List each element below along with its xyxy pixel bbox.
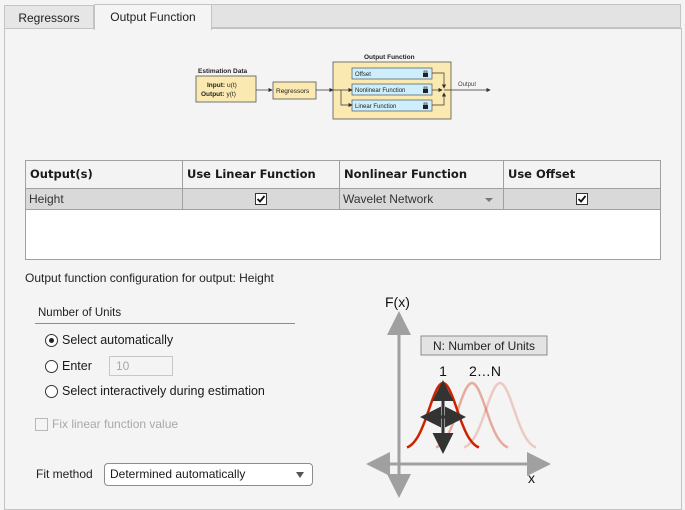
x-axis-label: x	[528, 470, 535, 486]
output-name-cell: Height	[26, 189, 183, 209]
radio-button[interactable]	[45, 333, 58, 347]
radio-enter[interactable]: Enter	[45, 359, 92, 373]
nonlinear-function-dropdown[interactable]: Wavelet Network	[340, 189, 504, 209]
fit-method-label: Fit method	[36, 467, 93, 481]
legend-text: N: Number of Units	[433, 339, 535, 353]
wavelet-unit-curve	[435, 381, 509, 449]
number-of-units-title: Number of Units	[38, 307, 122, 319]
radio-button[interactable]	[45, 384, 58, 398]
fix-linear-label: Fix linear function value	[52, 417, 179, 431]
use-linear-cell	[183, 189, 340, 209]
input-value: u(t)	[227, 82, 237, 89]
fit-method-dropdown[interactable]: Determined automatically	[104, 463, 313, 486]
offset-label: Offset	[355, 72, 371, 78]
checkmark-icon	[256, 195, 266, 203]
y-axis-label: F(x)	[385, 294, 410, 310]
output-function-diagram: Estimation Data Input: u(t) Output: y(t) R…	[195, 54, 491, 120]
tab-regressors[interactable]: Regressors	[4, 5, 94, 29]
input-label: Input:	[207, 82, 225, 89]
nonlinear-function-label: Nonlinear Function	[355, 88, 405, 94]
curves	[406, 381, 537, 449]
output-function-title: Output Function	[364, 54, 415, 61]
chevron-down-icon	[296, 472, 304, 478]
output-arrow-label: Output	[458, 82, 476, 88]
table-row[interactable]: Height Wavelet Network	[26, 189, 660, 210]
fit-method-value: Determined automatically	[110, 467, 246, 481]
use-offset-cell	[504, 189, 660, 209]
radio-select-automatically[interactable]: Select automatically	[45, 333, 173, 347]
header-use-offset: Use Offset	[508, 167, 576, 181]
group-divider	[35, 323, 295, 324]
radio-label: Select automatically	[62, 333, 174, 347]
radio-label: Enter	[62, 359, 92, 373]
checkmark-icon	[577, 195, 587, 203]
header-use-linear-function: Use Linear Function	[183, 161, 340, 188]
header-nonlinear-function: Nonlinear Function	[340, 161, 504, 188]
tab-strip	[208, 4, 681, 28]
radio-label: Select interactively during estimation	[62, 384, 265, 398]
radio-select-interactively[interactable]: Select interactively during estimation	[45, 384, 265, 398]
use-linear-checkbox[interactable]	[255, 193, 267, 205]
wavelet-units-illustration: F(x) x N: Number of Units 1 2…N	[366, 294, 551, 498]
use-offset-checkbox[interactable]	[576, 193, 588, 205]
config-label: Output function configuration for output…	[25, 271, 274, 285]
unit-first-label: 1	[439, 363, 447, 379]
regressors-label: Regressors	[276, 88, 310, 95]
radio-button[interactable]	[45, 359, 58, 373]
output-function-table: Output(s) Use Linear Function Nonlinear …	[25, 160, 661, 260]
estimation-data-block	[195, 75, 257, 103]
table-header: Output(s) Use Linear Function Nonlinear …	[26, 161, 660, 189]
checkbox[interactable]	[35, 417, 48, 431]
linear-function-label: Linear Function	[355, 104, 396, 110]
chevron-down-icon	[485, 198, 493, 202]
fix-linear-function-checkbox[interactable]: Fix linear function value	[35, 417, 178, 431]
header-outputs: Output(s)	[26, 161, 183, 188]
output-value: y(t)	[226, 91, 235, 98]
output-label: Output:	[201, 91, 224, 98]
tab-output-function[interactable]: Output Function	[94, 4, 212, 30]
wavelet-unit-curve	[463, 381, 537, 449]
nonlinear-function-value: Wavelet Network	[343, 192, 434, 206]
estimation-data-title: Estimation Data	[198, 68, 248, 75]
number-of-units-input[interactable]: 10	[109, 356, 173, 376]
unit-rest-label: 2…N	[469, 363, 501, 379]
svg-text:Input:u(t): Input: u(t)	[207, 82, 237, 89]
svg-text:Output:y(t): Output: y(t)	[201, 91, 236, 98]
